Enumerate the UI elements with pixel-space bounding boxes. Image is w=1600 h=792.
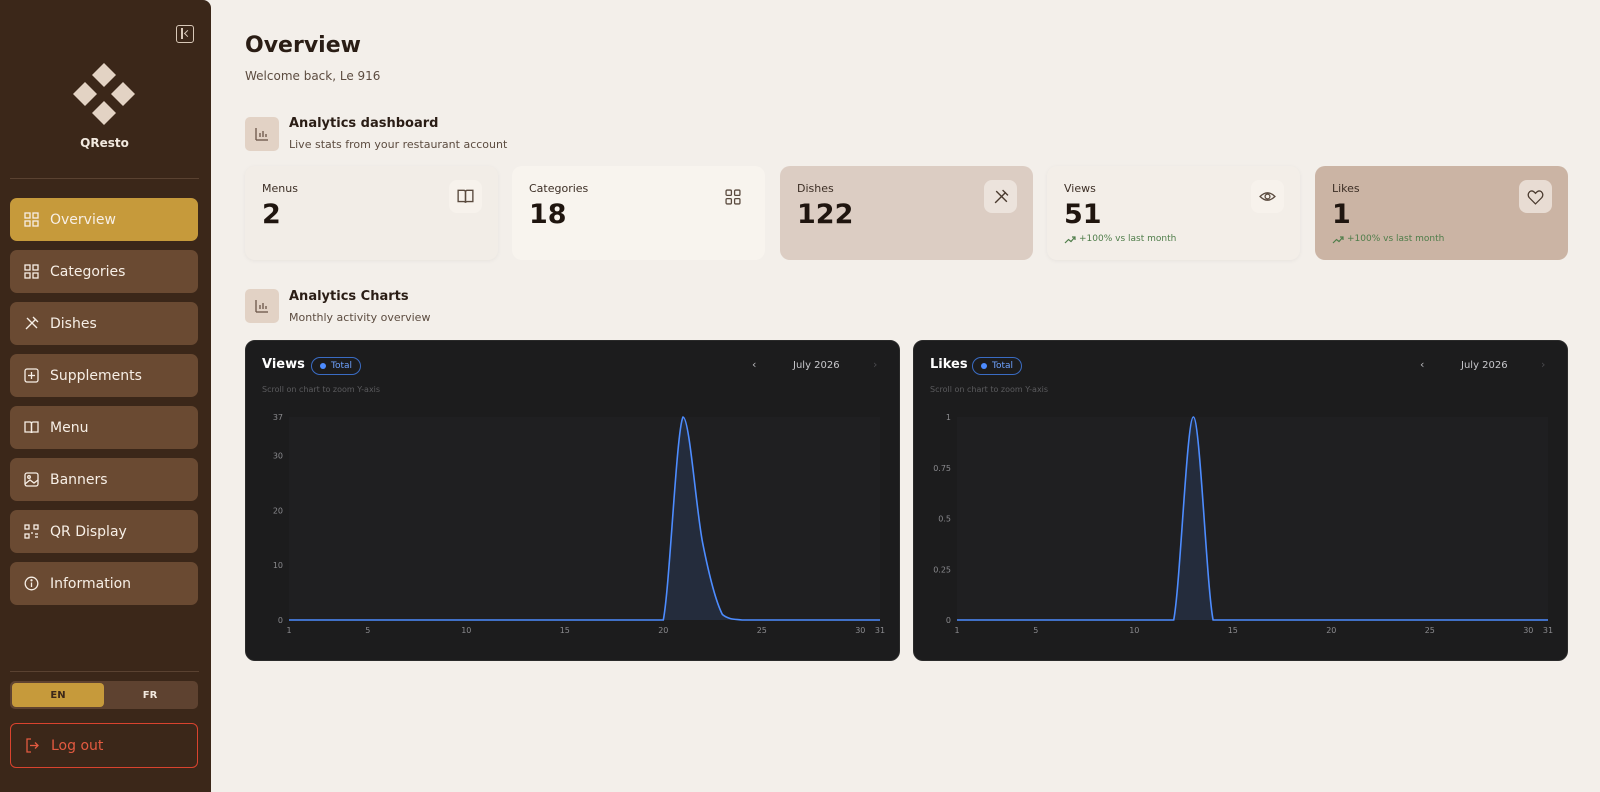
likes-chart-panel: Likes Total ‹ July 2026 › Scroll on char… (913, 340, 1568, 661)
stat-card-dishes[interactable]: Dishes 122 (780, 166, 1033, 260)
trend-indicator: +100% vs last month (1332, 234, 1444, 244)
info-icon (24, 576, 39, 591)
grid-icon (24, 264, 39, 279)
utensils-icon (984, 180, 1017, 213)
trend-text: +100% vs last month (1079, 234, 1177, 244)
sidebar-item-label: Supplements (50, 367, 142, 384)
plot-area (957, 417, 1548, 620)
x-tick-label: 5 (1033, 626, 1038, 635)
x-tick-label: 30 (1523, 626, 1533, 635)
sidebar-item-dishes[interactable]: Dishes (10, 302, 198, 345)
bar-chart-icon (245, 117, 279, 151)
sidebar-item-label: Information (50, 575, 132, 592)
y-tick-label: 0 (278, 616, 283, 625)
plot-area (289, 417, 880, 620)
grid-icon (716, 180, 749, 213)
sidebar-item-categories[interactable]: Categories (10, 250, 198, 293)
sidebar: QResto Overview Categories Dishes Supple… (0, 0, 211, 792)
sidebar-item-label: QR Display (50, 523, 127, 540)
sidebar-item-banners[interactable]: Banners (10, 458, 198, 501)
x-tick-label: 10 (1129, 626, 1139, 635)
page-subtitle: Welcome back, Le 916 (245, 69, 381, 83)
y-tick-label: 20 (273, 506, 283, 515)
plus-square-icon (24, 368, 39, 383)
x-tick-label: 25 (1425, 626, 1435, 635)
views-chart[interactable]: 0102030371 5 10 15 20 25 30 31 (246, 341, 901, 662)
x-tick-label: 15 (1228, 626, 1238, 635)
sidebar-item-label: Categories (50, 263, 126, 280)
y-tick-label: 10 (273, 561, 283, 570)
y-tick-label: 0 (946, 616, 951, 625)
x-tick-label: 10 (461, 626, 471, 635)
section-title: Analytics dashboard (289, 116, 439, 131)
page-title: Overview (245, 33, 361, 58)
lang-en-button[interactable]: EN (12, 683, 104, 707)
trend-up-icon (1064, 235, 1076, 243)
logout-icon (25, 738, 40, 753)
sidebar-item-overview[interactable]: Overview (10, 198, 198, 241)
collapse-sidebar-icon[interactable] (176, 25, 194, 43)
x-tick-label: 1 (954, 626, 959, 635)
x-tick-label: 31 (1543, 626, 1553, 635)
brand-name: QResto (80, 136, 129, 150)
grid-icon (24, 212, 39, 227)
x-tick-label: 15 (560, 626, 570, 635)
book-icon (449, 180, 482, 213)
divider (10, 178, 199, 179)
x-tick-label: 31 (875, 626, 885, 635)
logout-button[interactable]: Log out (10, 723, 198, 768)
image-icon (24, 472, 39, 487)
sidebar-item-menu[interactable]: Menu (10, 406, 198, 449)
sidebar-item-information[interactable]: Information (10, 562, 198, 605)
section-subtitle: Monthly activity overview (289, 311, 431, 324)
stat-card-menus[interactable]: Menus 2 (245, 166, 498, 260)
trend-text: +100% vs last month (1347, 234, 1445, 244)
y-tick-label: 37 (273, 413, 283, 422)
x-tick-label: 20 (1326, 626, 1336, 635)
book-icon (24, 420, 39, 435)
sidebar-item-supplements[interactable]: Supplements (10, 354, 198, 397)
y-tick-label: 30 (273, 451, 283, 460)
trend-up-icon (1332, 235, 1344, 243)
stat-card-categories[interactable]: Categories 18 (512, 166, 765, 260)
x-tick-label: 30 (855, 626, 865, 635)
section-title: Analytics Charts (289, 289, 409, 304)
qr-icon (24, 524, 39, 539)
y-tick-label: 0.75 (933, 464, 951, 473)
stat-card-views[interactable]: Views 51 +100% vs last month (1047, 166, 1300, 260)
sidebar-item-label: Banners (50, 471, 108, 488)
x-tick-label: 25 (757, 626, 767, 635)
language-toggle: EN FR (10, 681, 198, 709)
bar-chart-icon (245, 289, 279, 323)
sidebar-item-label: Dishes (50, 315, 97, 332)
x-tick-label: 5 (365, 626, 370, 635)
logo (73, 63, 135, 125)
eye-icon (1251, 180, 1284, 213)
x-tick-label: 20 (658, 626, 668, 635)
y-tick-label: 0.5 (938, 515, 951, 524)
stat-card-likes[interactable]: Likes 1 +100% vs last month (1315, 166, 1568, 260)
y-tick-label: 0.25 (933, 565, 951, 574)
logout-label: Log out (51, 737, 104, 754)
sidebar-item-label: Overview (50, 211, 116, 228)
x-tick-label: 1 (286, 626, 291, 635)
trend-indicator: +100% vs last month (1064, 234, 1176, 244)
sidebar-item-qr-display[interactable]: QR Display (10, 510, 198, 553)
lang-fr-button[interactable]: FR (104, 683, 196, 707)
heart-icon (1519, 180, 1552, 213)
section-subtitle: Live stats from your restaurant account (289, 138, 508, 151)
sidebar-item-label: Menu (50, 419, 89, 436)
likes-chart[interactable]: 00.250.50.7511 5 10 15 20 25 30 31 (914, 341, 1569, 662)
divider (10, 671, 199, 672)
utensils-icon (24, 316, 39, 331)
y-tick-label: 1 (946, 413, 951, 422)
views-chart-panel: Views Total ‹ July 2026 › Scroll on char… (245, 340, 900, 661)
